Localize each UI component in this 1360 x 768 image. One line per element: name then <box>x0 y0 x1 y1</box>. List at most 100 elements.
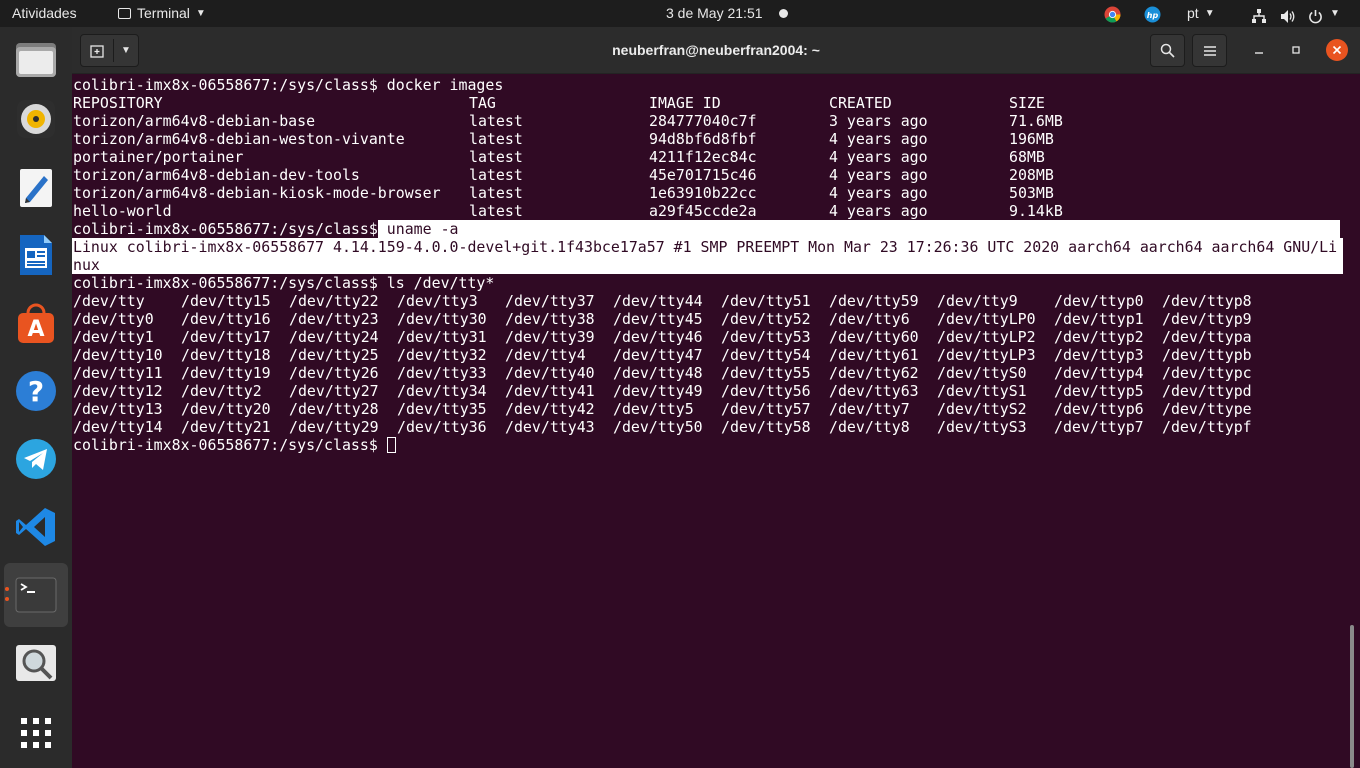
dock-app-vscode[interactable] <box>4 495 68 559</box>
dock-app-telegram[interactable] <box>4 427 68 491</box>
command-line: colibri-imx8x-06558677:/sys/class$ docke… <box>73 76 503 94</box>
device-name: /dev/tty7 <box>829 400 910 418</box>
device-name: /dev/tty24 <box>289 328 379 346</box>
device-name: /dev/ttyp5 <box>1054 382 1144 400</box>
power-icon[interactable] <box>1308 6 1323 24</box>
table-row: hello-world latest a29f45ccde2a 4 years … <box>73 202 1173 220</box>
terminal-icon <box>15 577 57 613</box>
dock-app-image-viewer[interactable] <box>4 631 68 695</box>
device-name: /dev/ttyp7 <box>1054 418 1144 436</box>
window-titlebar[interactable]: ▼ neuberfran@neuberfran2004: ~ <box>72 27 1360 74</box>
table-row: torizon/arm64v8-debian-weston-vivante la… <box>73 130 1173 148</box>
maximize-button[interactable] <box>1285 39 1307 61</box>
command-text: ls /dev/tty* <box>377 274 495 292</box>
device-name: /dev/tty36 <box>397 418 487 436</box>
device-name: /dev/tty33 <box>397 364 487 382</box>
device-name: /dev/ttyS1 <box>937 382 1027 400</box>
cursor[interactable] <box>386 437 396 453</box>
close-button[interactable] <box>1326 39 1348 61</box>
table-row: torizon/arm64v8-debian-base latest 28477… <box>73 112 1173 130</box>
tab-menu-button[interactable]: ▼ <box>114 35 138 66</box>
device-name: /dev/tty8 <box>829 418 910 436</box>
terminal-output[interactable]: colibri-imx8x-06558677:/sys/class$ docke… <box>72 74 1360 768</box>
tag-cell: latest <box>469 166 523 184</box>
clock[interactable]: 3 de May 21:51 <box>666 0 763 27</box>
device-name: /dev/tty9 <box>937 292 1018 310</box>
list-item: /dev/tty/dev/tty15/dev/tty22/dev/tty3/de… <box>73 292 1353 310</box>
device-name: /dev/tty61 <box>829 346 919 364</box>
search-button[interactable] <box>1150 34 1185 67</box>
network-icon[interactable] <box>1251 6 1267 23</box>
device-name: /dev/tty38 <box>505 310 595 328</box>
device-name: /dev/tty44 <box>613 292 703 310</box>
minimize-button[interactable] <box>1248 39 1270 61</box>
prompt: colibri-imx8x-06558677:/sys/class$ <box>73 274 378 292</box>
device-name: /dev/tty63 <box>829 382 919 400</box>
app-menu[interactable]: Terminal ▼ <box>118 0 206 27</box>
device-name: /dev/ttyLP0 <box>937 310 1036 328</box>
new-tab-button[interactable] <box>81 35 113 66</box>
device-name: /dev/tty60 <box>829 328 919 346</box>
device-name: /dev/tty19 <box>181 364 271 382</box>
hamburger-menu-button[interactable] <box>1192 34 1227 67</box>
image-viewer-icon <box>16 645 56 681</box>
device-name: /dev/tty43 <box>505 418 595 436</box>
device-name: /dev/tty27 <box>289 382 379 400</box>
device-name: /dev/tty62 <box>829 364 919 382</box>
device-name: /dev/ttyS0 <box>937 364 1027 382</box>
created-cell: 4 years ago <box>829 130 928 148</box>
device-name: /dev/tty29 <box>289 418 379 436</box>
list-item: /dev/tty1/dev/tty17/dev/tty24/dev/tty31 /… <box>73 328 1353 346</box>
device-name: /dev/tty5 <box>613 400 694 418</box>
dock-app-files[interactable] <box>4 27 68 91</box>
selected-command-text: uname -a <box>377 220 1340 238</box>
minimize-icon <box>1255 52 1263 54</box>
tag-cell: latest <box>469 202 523 220</box>
chevron-down-icon: ▼ <box>195 8 206 19</box>
column-header: REPOSITORY <box>73 94 163 112</box>
created-cell: 4 years ago <box>829 148 928 166</box>
device-name: /dev/tty14 <box>73 418 163 436</box>
device-name: /dev/tty46 <box>613 328 703 346</box>
column-header: SIZE <box>1009 94 1045 112</box>
image-id-cell: 4211f12ec84c <box>649 148 757 166</box>
device-name: /dev/tty59 <box>829 292 919 310</box>
hp-icon[interactable]: hp <box>1144 5 1161 23</box>
device-name: /dev/tty2 <box>181 382 262 400</box>
dock-app-help[interactable]: ? <box>4 359 68 423</box>
dock-app-writer[interactable] <box>4 223 68 287</box>
device-name: /dev/tty10 <box>73 346 163 364</box>
list-item: /dev/tty10/dev/tty18/dev/tty25/dev/tty32… <box>73 346 1353 364</box>
terminal-small-icon <box>118 8 131 19</box>
language-menu[interactable]: pt ▼ <box>1187 0 1215 27</box>
device-name: /dev/ttyLP2 <box>937 328 1036 346</box>
image-id-cell: 94d8bf6d8fbf <box>649 130 757 148</box>
table-row: torizon/arm64v8-debian-dev-tools latest … <box>73 166 1173 184</box>
dock-app-terminal[interactable] <box>4 563 68 627</box>
activities-button[interactable]: Atividades <box>12 0 77 27</box>
device-name: /dev/tty48 <box>613 364 703 382</box>
scrollbar[interactable] <box>1350 625 1354 768</box>
tag-cell: latest <box>469 148 523 166</box>
volume-icon[interactable] <box>1280 6 1296 23</box>
running-indicator-icon <box>5 597 9 601</box>
list-item: /dev/tty0/dev/tty16/dev/tty23/dev/tty30 /… <box>73 310 1353 328</box>
device-name: /dev/tty26 <box>289 364 379 382</box>
device-name: /dev/tty13 <box>73 400 163 418</box>
device-name: /dev/tty41 <box>505 382 595 400</box>
show-applications-button[interactable] <box>4 701 68 765</box>
device-name: /dev/ttyp6 <box>1054 400 1144 418</box>
dock-app-rhythmbox[interactable] <box>4 87 68 151</box>
dock-app-software[interactable]: A <box>4 291 68 355</box>
dock-app-text-editor[interactable] <box>4 155 68 219</box>
repository-cell: torizon/arm64v8-debian-dev-tools <box>73 166 360 184</box>
chrome-icon[interactable] <box>1104 5 1121 23</box>
rhythmbox-icon <box>17 100 55 138</box>
svg-text:A: A <box>27 317 44 342</box>
chevron-down-icon[interactable]: ▼ <box>1330 0 1340 27</box>
device-name: /dev/tty30 <box>397 310 487 328</box>
device-name: /dev/tty28 <box>289 400 379 418</box>
libreoffice-writer-icon <box>20 235 52 275</box>
device-name: /dev/ttype <box>1162 400 1252 418</box>
device-name: /dev/ttypc <box>1162 364 1252 382</box>
